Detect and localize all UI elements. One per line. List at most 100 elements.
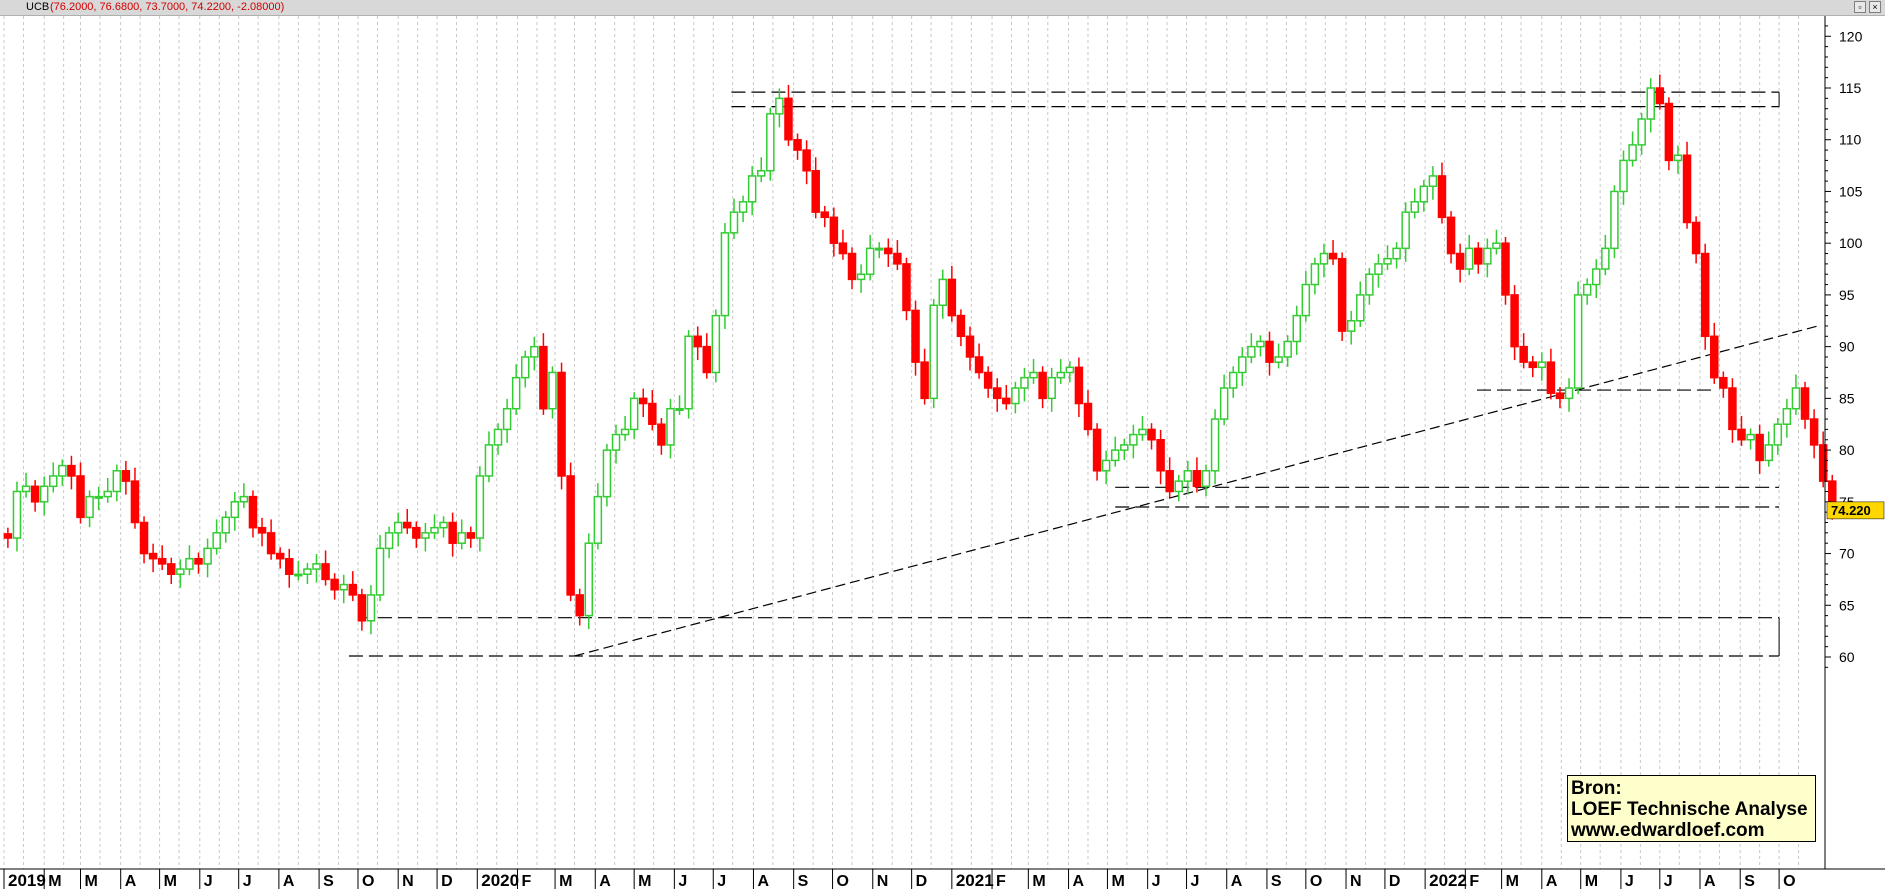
close-icon[interactable]: × (1869, 1, 1881, 13)
month-label: J (243, 873, 252, 889)
candle-down (1083, 402, 1093, 431)
candle-up (729, 211, 739, 234)
month-label: 2019 (8, 871, 46, 889)
candle-up (1573, 294, 1583, 389)
month-label: M (48, 873, 61, 889)
last-price-label: 74.220 (1831, 503, 1871, 518)
candle-up (94, 495, 103, 499)
candle-up (112, 470, 122, 493)
candle-up (176, 568, 185, 575)
candle-up (1247, 345, 1256, 358)
candle-up (339, 583, 348, 591)
candle-up (1219, 387, 1229, 420)
candle-up (1346, 320, 1356, 332)
candle-up (1101, 459, 1111, 472)
candle-down (1691, 221, 1701, 255)
month-label: A (1546, 873, 1558, 889)
price-tick-label: 105 (1839, 183, 1863, 199)
candle-up (1301, 283, 1311, 317)
price-tick-label: 110 (1839, 132, 1862, 148)
candle-up (520, 356, 530, 379)
candle-up (1310, 263, 1320, 286)
month-label: J (1625, 873, 1634, 889)
candle-down (566, 475, 575, 596)
candle-up (502, 407, 512, 431)
candle-down (1546, 361, 1556, 394)
candle-up (929, 304, 938, 400)
candle-up (1464, 247, 1474, 270)
candle-up (756, 170, 766, 177)
candle-up (675, 407, 684, 411)
candle-up (1419, 185, 1429, 203)
candle-up (475, 475, 485, 539)
month-label: A (757, 873, 769, 889)
candle-up (221, 516, 230, 534)
candle-up (720, 232, 730, 317)
candle-down (974, 356, 984, 374)
candle-up (239, 495, 249, 503)
candle-up (611, 433, 621, 451)
candle-up (1791, 387, 1801, 410)
candle-down (3, 533, 13, 539)
month-label: M (1111, 873, 1124, 889)
candle-up (39, 485, 49, 503)
price-tick-label: 100 (1839, 235, 1863, 251)
candle-down (893, 252, 902, 265)
candle-up (439, 521, 448, 529)
price-tick-label: 120 (1839, 28, 1863, 44)
candle-up (548, 371, 557, 410)
candle-down (1700, 252, 1710, 338)
candle-down (403, 521, 412, 529)
month-label: D (441, 873, 453, 889)
grid-lines (3, 16, 1800, 869)
candle-up (1210, 418, 1220, 472)
candle-down (1755, 433, 1764, 462)
symbol-label: UCB (26, 1, 50, 13)
candle-up (1319, 252, 1329, 265)
candle-down (539, 345, 548, 410)
candle-up (21, 485, 31, 493)
candle-down (1092, 428, 1102, 472)
candle-down (575, 594, 584, 617)
candle-up (1428, 175, 1438, 188)
month-label: A (1231, 873, 1243, 889)
candle-down (1455, 252, 1465, 270)
month-label: O (1783, 873, 1795, 889)
candle-up (856, 273, 866, 281)
candle-up (1410, 201, 1419, 213)
candle-up (1383, 257, 1392, 265)
month-label: J (204, 873, 213, 889)
candle-up (1201, 470, 1211, 488)
month-label: F (996, 873, 1006, 889)
candle-up (1356, 294, 1365, 322)
candle-down (248, 495, 258, 529)
candle-down (557, 371, 566, 477)
candle-up (1746, 433, 1755, 441)
month-label: M (1585, 873, 1598, 889)
candle-down (884, 247, 893, 255)
candle-up (303, 568, 312, 575)
candle-down (638, 397, 648, 405)
month-label: A (283, 873, 295, 889)
ohlc-values: (76.2000, 76.6800, 73.7000, 74.2200, -2.… (50, 1, 285, 13)
restore-icon[interactable]: ▫ (1854, 1, 1866, 13)
candle-up (1601, 247, 1610, 270)
month-label: F (1469, 873, 1479, 889)
candle-up (85, 495, 94, 519)
price-tick-label: 60 (1839, 649, 1855, 665)
candle-up (593, 495, 603, 544)
candle-up (1564, 387, 1574, 400)
candle-down (348, 583, 358, 596)
month-label: 2020 (481, 871, 519, 889)
month-label: D (1389, 873, 1401, 889)
candle-up (1292, 314, 1302, 343)
price-axis: 606570758085909510010511011512074.220 (1824, 16, 1885, 869)
candle-up (1174, 480, 1184, 493)
candle-down (1728, 387, 1737, 431)
candle-up (584, 542, 594, 617)
candle-down (1192, 470, 1202, 488)
candle-up (1228, 371, 1238, 389)
candle-up (1619, 159, 1628, 193)
candle-up (1110, 449, 1120, 462)
candle-up (766, 113, 775, 172)
